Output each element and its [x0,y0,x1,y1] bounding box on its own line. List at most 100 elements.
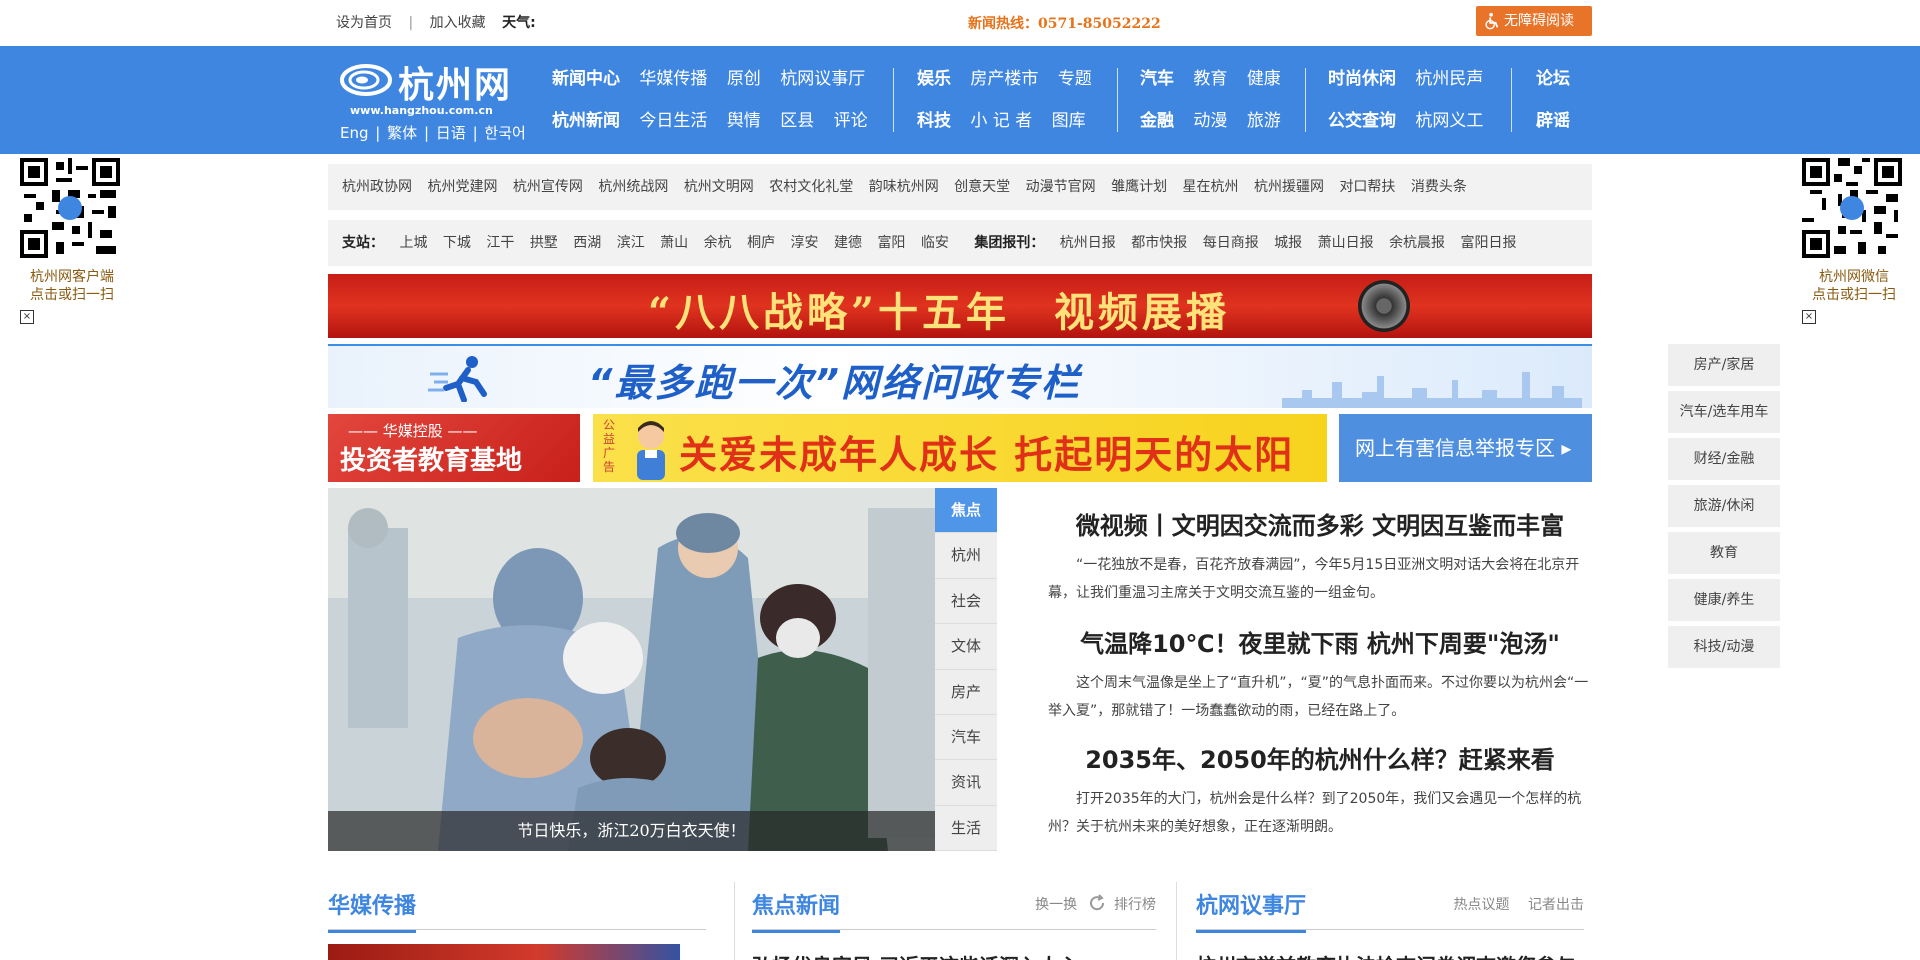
nav-item[interactable]: 今日生活 [639,111,707,131]
nav-item[interactable]: 公交查询 [1328,111,1396,131]
partner-link[interactable]: 消费头条 [1411,179,1467,195]
substation-link[interactable]: 富阳 [877,235,905,251]
substation-link[interactable]: 桐庐 [747,235,775,251]
newspaper-link[interactable]: 都市快报 [1131,235,1187,251]
side-menu-item[interactable]: 财经/金融 [1668,438,1780,480]
newspaper-link[interactable]: 萧山日报 [1318,235,1374,251]
partner-link[interactable]: 雏鹰计划 [1111,179,1167,195]
nav-item[interactable]: 华媒传播 [639,69,707,89]
partner-link[interactable]: 农村文化礼堂 [769,179,853,195]
banner-investor-education[interactable]: —— 华媒控股 —— 投资者教育基地 [328,414,580,482]
nav-item[interactable]: 辟谣 [1536,111,1570,131]
side-menu-item[interactable]: 房产/家居 [1668,344,1780,386]
partner-link[interactable]: 杭州政协网 [342,179,412,195]
partner-link[interactable]: 星在杭州 [1183,179,1239,195]
set-home-link[interactable]: 设为首页 [336,15,392,31]
nav-item[interactable]: 旅游 [1247,111,1281,131]
section-thumbnail[interactable] [328,944,680,960]
nav-item[interactable]: 金融 [1140,111,1174,131]
site-logo[interactable]: 杭州网 www.hangzhou.com.cn Eng | 繁体 | 日语 | … [340,56,526,146]
side-menu-item[interactable]: 健康/养生 [1668,579,1780,621]
partner-link[interactable]: 动漫节官网 [1026,179,1096,195]
ranking-link[interactable]: 排行榜 [1114,897,1156,913]
lang-traditional[interactable]: 繁体 [387,124,417,142]
tab-life[interactable]: 生活 [935,806,997,852]
tab-culture-sports[interactable]: 文体 [935,624,997,670]
nav-item[interactable]: 专题 [1058,69,1092,89]
refresh-link[interactable]: 换一换 [1035,897,1077,913]
qr-app[interactable]: 杭州网客户端 点击或扫一扫 × [20,158,124,324]
side-menu-item[interactable]: 教育 [1668,532,1780,574]
substation-link[interactable]: 西湖 [573,235,601,251]
partner-link[interactable]: 创意天堂 [954,179,1010,195]
partner-link[interactable]: 杭州宣传网 [513,179,583,195]
banner-public-welfare[interactable]: 公益广告 关爱未成年人成长 托起明天的太阳 [593,414,1327,482]
side-menu-item[interactable]: 汽车/选车用车 [1668,391,1780,433]
nav-item[interactable]: 杭网义工 [1415,111,1483,131]
partner-link[interactable]: 杭州统战网 [598,179,668,195]
newspaper-link[interactable]: 余杭晨报 [1389,235,1445,251]
section-title[interactable]: 焦点新闻 [752,888,841,933]
nav-item[interactable]: 动漫 [1193,111,1227,131]
partner-link[interactable]: 韵味杭州网 [869,179,939,195]
nav-item[interactable]: 小 记 者 [970,111,1032,131]
banner-run-once[interactable]: “最多跑一次”网络问政专栏 [328,344,1592,408]
lang-korean[interactable]: 한국어 [484,124,525,142]
side-menu-item[interactable]: 科技/动漫 [1668,626,1780,668]
nav-item[interactable]: 时尚休闲 [1328,69,1396,89]
substation-link[interactable]: 滨江 [617,235,645,251]
newspaper-link[interactable]: 城报 [1274,235,1302,251]
substation-link[interactable]: 下城 [443,235,471,251]
section-title[interactable]: 华媒传播 [328,888,417,933]
nav-item[interactable]: 汽车 [1140,69,1174,89]
nav-item[interactable]: 论坛 [1536,69,1570,89]
accessibility-button[interactable]: 无障碍阅读 [1476,6,1592,36]
substation-link[interactable]: 江干 [486,235,514,251]
substation-link[interactable]: 萧山 [660,235,688,251]
report-harmful-info-button[interactable]: 网上有害信息举报专区 ▸ [1339,414,1592,482]
nav-item[interactable]: 新闻中心 [552,69,620,89]
lang-english[interactable]: Eng [340,124,369,142]
side-menu-item[interactable]: 旅游/休闲 [1668,485,1780,527]
news-link[interactable]: 杭州市学前教育执法检查问卷调查邀您参与 [1196,950,1584,960]
section-title[interactable]: 杭网议事厅 [1196,888,1307,933]
tab-realestate[interactable]: 房产 [935,670,997,715]
add-favorite-link[interactable]: 加入收藏 [430,15,486,31]
newspaper-link[interactable]: 杭州日报 [1060,235,1116,251]
focus-slideshow[interactable]: 节日快乐，浙江20万白衣天使！ [328,488,935,851]
nav-item[interactable]: 原创 [727,69,761,89]
headline-title[interactable]: 微视频丨文明因交流而多彩 文明因互鉴而丰富 [1048,506,1592,541]
nav-item[interactable]: 杭州新闻 [552,111,620,131]
substation-link[interactable]: 淳安 [791,235,819,251]
tab-society[interactable]: 社会 [935,579,997,625]
hot-topics-link[interactable]: 热点议题 [1454,897,1510,913]
nav-item[interactable]: 科技 [917,111,951,131]
tab-auto[interactable]: 汽车 [935,715,997,761]
tab-info[interactable]: 资讯 [935,760,997,806]
partner-link[interactable]: 杭州文明网 [684,179,754,195]
tab-focus[interactable]: 焦点 [935,488,997,534]
partner-link[interactable]: 对口帮扶 [1339,179,1395,195]
nav-item[interactable]: 图库 [1052,111,1086,131]
nav-item[interactable]: 舆情 [727,111,761,131]
close-icon[interactable]: × [1802,310,1816,324]
substation-link[interactable]: 上城 [399,235,427,251]
nav-item[interactable]: 房产楼市 [970,69,1038,89]
substation-link[interactable]: 拱墅 [530,235,558,251]
lang-japanese[interactable]: 日语 [436,124,466,142]
tab-hangzhou[interactable]: 杭州 [935,533,997,579]
substation-link[interactable]: 余杭 [704,235,732,251]
banner-88-strategy[interactable]: “八八战略”十五年 视频展播 [328,274,1592,338]
headline-title[interactable]: 2035年、2050年的杭州什么样？赶紧来看 [1048,740,1592,775]
news-link[interactable]: 弘扬优良家风 习近平这些话深入人心 [752,950,1156,960]
close-icon[interactable]: × [20,310,34,324]
nav-item[interactable]: 杭网议事厅 [780,69,865,89]
substation-link[interactable]: 临安 [921,235,949,251]
nav-item[interactable]: 杭州民声 [1415,69,1483,89]
reporter-link[interactable]: 记者出击 [1528,897,1584,913]
nav-item[interactable]: 健康 [1247,69,1281,89]
nav-item[interactable]: 区县 [780,111,814,131]
nav-item[interactable]: 教育 [1193,69,1227,89]
newspaper-link[interactable]: 每日商报 [1203,235,1259,251]
newspaper-link[interactable]: 富阳日报 [1461,235,1517,251]
